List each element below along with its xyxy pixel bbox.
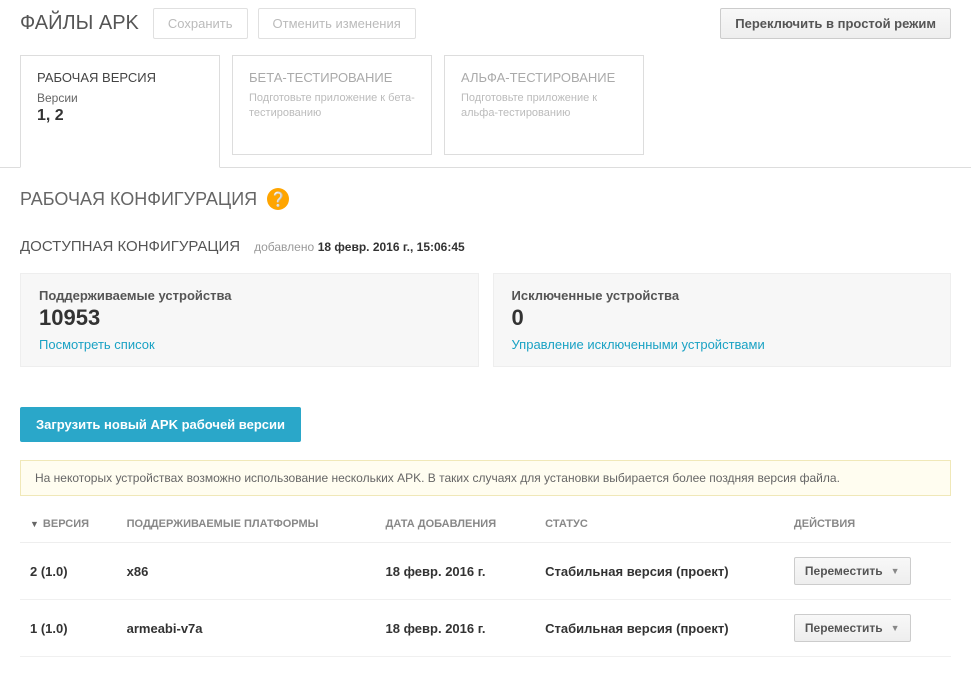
main-section: РАБОЧАЯ КОНФИГУРАЦИЯ ❔ ДОСТУПНАЯ КОНФИГУ… (0, 168, 971, 677)
available-added-wrap: добавлено 18 февр. 2016 г., 15:06:45 (254, 239, 465, 254)
page-title: ФАЙЛЫ APK (20, 12, 139, 35)
tab-title: АЛЬФА-ТЕСТИРОВАНИЕ (461, 70, 627, 85)
sort-desc-icon: ▼ (30, 519, 39, 529)
cell-actions: Переместить ▼ (784, 600, 951, 657)
excluded-devices-card: Исключенные устройства 0 Управление искл… (493, 273, 952, 367)
cell-version: 2 (1.0) (20, 543, 117, 600)
work-config-title: РАБОЧАЯ КОНФИГУРАЦИЯ (20, 189, 257, 210)
col-version-label: ВЕРСИЯ (43, 518, 89, 530)
cell-platforms: x86 (117, 543, 376, 600)
tab-desc: Подготовьте приложение к альфа-тестирова… (461, 91, 627, 122)
excluded-link[interactable]: Управление исключенными устройствами (512, 337, 933, 352)
cell-date: 18 февр. 2016 г. (376, 600, 536, 657)
move-label: Переместить (805, 564, 883, 578)
notice-banner: На некоторых устройствах возможно исполь… (20, 460, 951, 496)
cell-status: Стабильная версия (проект) (535, 600, 784, 657)
section-title-row: РАБОЧАЯ КОНФИГУРАЦИЯ ❔ (20, 188, 951, 210)
added-label: добавлено (254, 240, 314, 254)
col-actions: ДЕЙСТВИЯ (784, 510, 951, 543)
supported-link[interactable]: Посмотреть список (39, 337, 460, 352)
move-label: Переместить (805, 621, 883, 635)
col-platforms: ПОДДЕРЖИВАЕМЫЕ ПЛАТФОРМЫ (117, 510, 376, 543)
tab-versions: 1, 2 (37, 107, 203, 125)
excluded-label: Исключенные устройства (512, 288, 933, 303)
switch-mode-button[interactable]: Переключить в простой режим (720, 8, 951, 39)
cell-actions: Переместить ▼ (784, 543, 951, 600)
chevron-down-icon: ▼ (891, 623, 900, 633)
apk-table: ▼ ВЕРСИЯ ПОДДЕРЖИВАЕМЫЕ ПЛАТФОРМЫ ДАТА ДО… (20, 510, 951, 657)
col-status: СТАТУС (535, 510, 784, 543)
tab-alpha[interactable]: АЛЬФА-ТЕСТИРОВАНИЕ Подготовьте приложени… (444, 55, 644, 155)
tab-desc: Подготовьте приложение к бета-тестирован… (249, 91, 415, 122)
upload-apk-button[interactable]: Загрузить новый APK рабочей версии (20, 407, 301, 442)
chevron-down-icon: ▼ (891, 566, 900, 576)
cell-version: 1 (1.0) (20, 600, 117, 657)
available-config-title: ДОСТУПНАЯ КОНФИГУРАЦИЯ (20, 238, 240, 255)
col-version[interactable]: ▼ ВЕРСИЯ (20, 510, 117, 543)
added-date: 18 февр. 2016 г., 15:06:45 (318, 240, 465, 254)
supported-value: 10953 (39, 305, 460, 331)
tab-title: РАБОЧАЯ ВЕРСИЯ (37, 70, 203, 85)
save-button[interactable]: Сохранить (153, 8, 248, 39)
cell-date: 18 февр. 2016 г. (376, 543, 536, 600)
header: ФАЙЛЫ APK Сохранить Отменить изменения П… (0, 0, 971, 47)
tabs-container: РАБОЧАЯ ВЕРСИЯ Версии 1, 2 БЕТА-ТЕСТИРОВ… (0, 55, 971, 168)
cancel-button[interactable]: Отменить изменения (258, 8, 416, 39)
tab-beta[interactable]: БЕТА-ТЕСТИРОВАНИЕ Подготовьте приложение… (232, 55, 432, 155)
supported-devices-card: Поддерживаемые устройства 10953 Посмотре… (20, 273, 479, 367)
tab-production[interactable]: РАБОЧАЯ ВЕРСИЯ Версии 1, 2 (20, 55, 220, 168)
table-header-row: ▼ ВЕРСИЯ ПОДДЕРЖИВАЕМЫЕ ПЛАТФОРМЫ ДАТА ДО… (20, 510, 951, 543)
supported-label: Поддерживаемые устройства (39, 288, 460, 303)
table-row: 2 (1.0) x86 18 февр. 2016 г. Стабильная … (20, 543, 951, 600)
cell-status: Стабильная версия (проект) (535, 543, 784, 600)
table-row: 1 (1.0) armeabi-v7a 18 февр. 2016 г. Ста… (20, 600, 951, 657)
info-icon[interactable]: ❔ (267, 188, 289, 210)
col-date: ДАТА ДОБАВЛЕНИЯ (376, 510, 536, 543)
move-button[interactable]: Переместить ▼ (794, 557, 911, 585)
move-button[interactable]: Переместить ▼ (794, 614, 911, 642)
cell-platforms: armeabi-v7a (117, 600, 376, 657)
device-cards: Поддерживаемые устройства 10953 Посмотре… (20, 273, 951, 367)
tab-subtitle: Версии (37, 91, 203, 105)
tab-title: БЕТА-ТЕСТИРОВАНИЕ (249, 70, 415, 85)
available-config-row: ДОСТУПНАЯ КОНФИГУРАЦИЯ добавлено 18 февр… (20, 238, 951, 255)
excluded-value: 0 (512, 305, 933, 331)
